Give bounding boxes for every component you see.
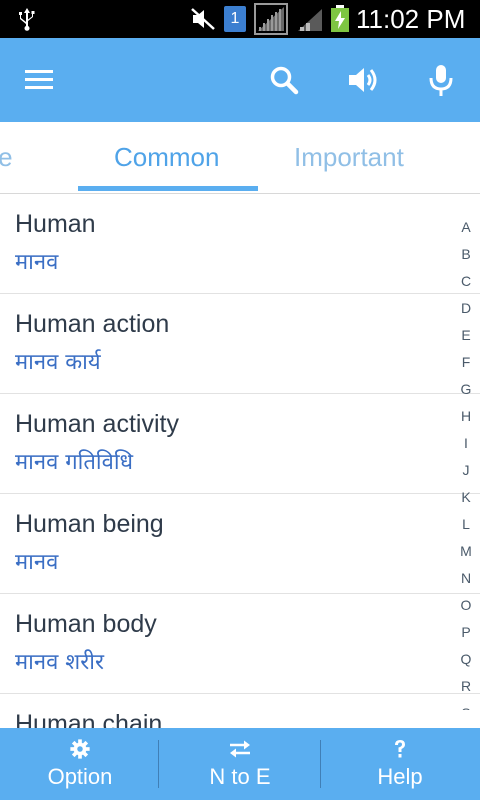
tab-bar: ome Common Important <box>0 122 480 194</box>
list-item[interactable]: Human being मानव <box>0 494 480 594</box>
alphabet-letter[interactable]: B <box>452 241 480 268</box>
speaker-icon[interactable] <box>344 60 384 100</box>
alphabet-letter[interactable]: I <box>452 430 480 457</box>
alphabet-letter[interactable]: Q <box>452 646 480 673</box>
alphabet-letter[interactable]: J <box>452 457 480 484</box>
app-bar <box>0 38 480 122</box>
option-button[interactable]: Option <box>0 728 160 800</box>
alphabet-letter[interactable]: L <box>452 511 480 538</box>
mic-icon[interactable] <box>421 60 461 100</box>
gear-icon <box>70 739 90 759</box>
battery-icon <box>331 5 349 32</box>
alphabet-letter[interactable]: A <box>452 214 480 241</box>
n-to-e-button[interactable]: N to E <box>160 728 320 800</box>
list-item[interactable]: Human chain <box>0 694 480 728</box>
alphabet-letter[interactable]: D <box>452 295 480 322</box>
alphabet-letter[interactable]: F <box>452 349 480 376</box>
alphabet-letter[interactable]: R <box>452 673 480 700</box>
english-word: Human action <box>15 310 170 338</box>
n-to-e-label: N to E <box>209 764 271 789</box>
alphabet-letter[interactable]: N <box>452 565 480 592</box>
english-word: Human <box>15 210 96 238</box>
swap-arrows-icon <box>230 740 250 758</box>
alphabet-letter[interactable]: G <box>452 376 480 403</box>
search-icon[interactable] <box>264 60 304 100</box>
option-label: Option <box>47 764 113 789</box>
alphabet-letter[interactable]: E <box>452 322 480 349</box>
alphabet-letter[interactable]: P <box>452 619 480 646</box>
alphabet-letter[interactable]: C <box>452 268 480 295</box>
alphabet-letter[interactable]: S <box>452 700 480 710</box>
word-list: Human मानव Human action मानव कार्य Human… <box>0 194 480 728</box>
divider <box>158 740 159 788</box>
list-item[interactable]: Human मानव <box>0 194 480 294</box>
hindi-word: मानव शरीर <box>15 650 104 675</box>
status-bar: 1 11:02 PM <box>0 0 480 38</box>
alphabet-letter[interactable]: M <box>452 538 480 565</box>
alphabet-index[interactable]: A B C D E F G H I J K L M N O P Q R S <box>452 214 480 710</box>
tab-home[interactable]: ome <box>0 142 13 173</box>
alphabet-letter[interactable]: O <box>452 592 480 619</box>
usb-icon <box>19 8 35 31</box>
list-item[interactable]: Human body मानव शरीर <box>0 594 480 694</box>
sim-icon: 1 <box>224 6 246 32</box>
help-label: Help <box>377 764 423 789</box>
tab-selected-indicator <box>78 186 258 191</box>
bottom-bar: Option N to E Help <box>0 728 480 800</box>
signal-icon <box>254 3 288 35</box>
english-word: Human being <box>15 510 164 538</box>
hindi-word: मानव <box>15 250 59 275</box>
hindi-word: मानव <box>15 550 59 575</box>
menu-icon[interactable] <box>20 60 60 100</box>
list-item[interactable]: Human activity मानव गतिविधि <box>0 394 480 494</box>
hindi-word: मानव कार्य <box>15 350 101 375</box>
clock: 11:02 PM <box>356 4 466 34</box>
help-button[interactable]: Help <box>320 728 480 800</box>
english-word: Human chain <box>15 710 163 728</box>
mute-icon <box>191 8 215 30</box>
list-item[interactable]: Human action मानव कार्य <box>0 294 480 394</box>
hindi-word: मानव गतिविधि <box>15 450 134 475</box>
signal-icon-2 <box>298 9 322 31</box>
alphabet-letter[interactable]: H <box>452 403 480 430</box>
tab-common[interactable]: Common <box>114 142 219 173</box>
tab-important[interactable]: Important <box>294 142 404 173</box>
english-word: Human body <box>15 610 157 638</box>
alphabet-letter[interactable]: K <box>452 484 480 511</box>
question-icon <box>395 740 405 758</box>
english-word: Human activity <box>15 410 179 438</box>
